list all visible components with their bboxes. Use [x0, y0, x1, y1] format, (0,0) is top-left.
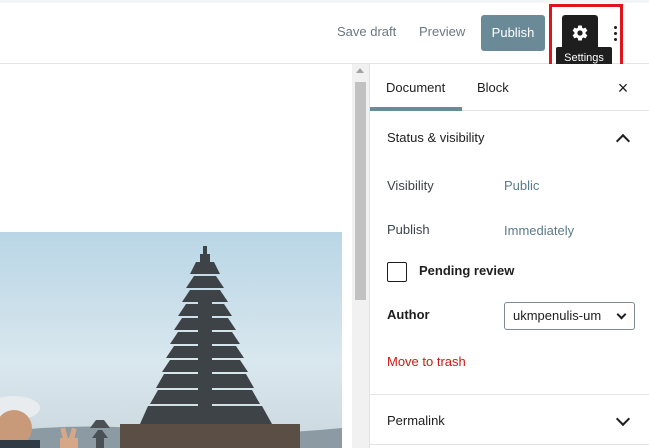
pending-review-checkbox[interactable] [387, 262, 407, 282]
header-top-border [0, 0, 649, 3]
author-select[interactable]: ukmpenulis-um [504, 302, 635, 330]
chevron-down-icon [616, 309, 627, 320]
visibility-link[interactable]: Public [504, 178, 539, 193]
scroll-up-arrow-icon[interactable] [356, 68, 364, 73]
author-select-value: ukmpenulis-um [513, 308, 602, 323]
scrollbar-thumb[interactable] [355, 82, 366, 300]
chevron-down-icon[interactable] [615, 411, 631, 427]
temple-image[interactable] [0, 232, 342, 448]
author-label: Author [387, 307, 430, 322]
tab-document[interactable]: Document [386, 80, 445, 95]
publish-label: Publish [387, 222, 430, 237]
close-icon[interactable]: × [613, 78, 633, 98]
panel-divider [370, 394, 649, 395]
visibility-label: Visibility [387, 178, 434, 193]
active-tab-indicator [370, 107, 462, 111]
publish-button[interactable]: Publish [481, 15, 545, 51]
save-draft-button[interactable]: Save draft [337, 24, 396, 39]
panel-divider [370, 444, 649, 445]
permalink-panel-toggle[interactable]: Permalink [387, 413, 445, 428]
status-visibility-panel-toggle[interactable]: Status & visibility [387, 130, 485, 145]
sidebar-tabs: Document Block × [370, 64, 649, 111]
pending-review-label[interactable]: Pending review [419, 263, 514, 278]
publish-date-link[interactable]: Immediately [504, 223, 574, 238]
tab-block[interactable]: Block [477, 80, 509, 95]
move-to-trash-link[interactable]: Move to trash [387, 354, 466, 369]
temple-photo [0, 232, 342, 448]
settings-sidebar: Document Block × Status & visibility Vis… [369, 64, 649, 448]
chevron-up-icon[interactable] [615, 133, 631, 149]
preview-button[interactable]: Preview [419, 24, 465, 39]
